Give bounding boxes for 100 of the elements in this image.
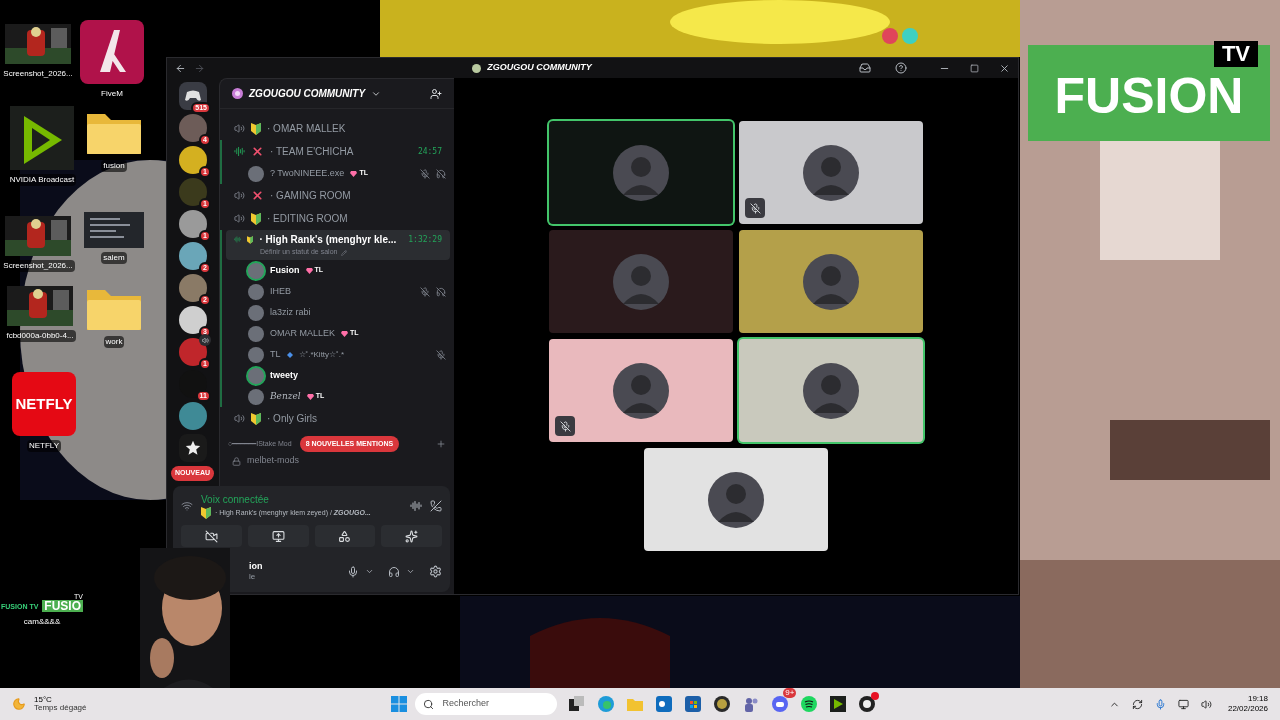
screen-share-icon	[271, 529, 285, 543]
close-icon[interactable]	[999, 62, 1010, 74]
gem-icon	[341, 330, 349, 337]
voice-member[interactable]: TL ☆˚.*Kitty☆˚.*	[222, 344, 454, 365]
recorder-icon[interactable]	[859, 696, 876, 712]
member-name[interactable]: IHEB	[270, 284, 291, 299]
video-tile[interactable]	[739, 339, 923, 442]
disconnect-icon[interactable]	[430, 499, 442, 512]
clock-date[interactable]: 22/02/2026	[1227, 704, 1268, 714]
member-name[interactable]: tweety	[270, 368, 298, 383]
task-view-icon[interactable]	[569, 696, 586, 712]
member-name[interactable]: OMAR MALLEK	[270, 326, 336, 341]
desktop-icon-label[interactable]: Screenshot_2026...	[1, 68, 75, 80]
logo-text: FUSIO	[42, 600, 83, 612]
user-avatar[interactable]	[248, 262, 264, 279]
voice-channel[interactable]: · EDITING ROOM	[226, 207, 450, 230]
store-icon[interactable]	[685, 696, 702, 712]
sync-icon[interactable]	[1131, 698, 1143, 710]
start-icon[interactable]	[391, 696, 408, 712]
user-avatar[interactable]	[248, 304, 264, 321]
deafened-icon	[436, 286, 446, 297]
maximize-icon[interactable]	[970, 63, 979, 73]
settings-icon[interactable]	[429, 565, 442, 579]
pencil-icon	[341, 249, 348, 256]
help-icon[interactable]	[895, 62, 907, 74]
camera-lens-icon[interactable]	[714, 696, 731, 712]
channel-name: · High Rank's (menghyr kle...	[259, 233, 397, 248]
video-tile[interactable]	[549, 230, 733, 333]
temperature[interactable]: 15°C	[34, 696, 87, 704]
add-channel-icon[interactable]	[436, 439, 446, 449]
controller-icon	[185, 90, 201, 102]
member-nickname: ☆˚.*Kitty☆˚.*	[298, 348, 345, 361]
user-avatar[interactable]	[248, 165, 264, 182]
cross-icon	[251, 145, 264, 158]
diamond-icon	[286, 351, 293, 358]
shield-badge-icon	[247, 233, 254, 246]
member-name[interactable]: ? TwoNINEEE.exe	[270, 166, 345, 181]
server-icon	[472, 63, 482, 73]
muted-icon	[420, 168, 430, 179]
noise-suppression-icon[interactable]	[410, 499, 422, 512]
clock-time[interactable]: 19:18	[1247, 694, 1268, 704]
voice-channel[interactable]: · TEAM E'CHICHA 24:57	[226, 140, 450, 163]
channel-name: · GAMING ROOM	[270, 189, 351, 203]
user-avatar[interactable]	[248, 367, 264, 384]
cross-icon	[251, 189, 264, 202]
server-name[interactable]: ZGOUGOU COMMUNITY	[249, 86, 366, 101]
discord-icon[interactable]	[772, 696, 789, 712]
fivem-logo-icon	[80, 20, 144, 84]
user-avatar[interactable]	[248, 346, 264, 363]
video-tile[interactable]	[739, 230, 923, 333]
member-name[interactable]: la3ziz rabi	[270, 305, 311, 320]
call-timer: 1:32:29	[408, 233, 442, 246]
camera-off-icon	[204, 529, 218, 543]
inbox-icon[interactable]	[859, 62, 871, 74]
invite-icon[interactable]	[430, 87, 442, 100]
channel-name: · EDITING ROOM	[267, 212, 348, 226]
voice-channel[interactable]: · Only Girls	[226, 407, 450, 430]
voice-member[interactable]: tweety	[222, 365, 454, 386]
video-tile[interactable]	[549, 339, 733, 442]
camera-button[interactable]	[181, 525, 242, 547]
channel-name: · OMAR MALLEK	[267, 122, 346, 136]
soundboard-button[interactable]	[381, 525, 442, 547]
back-icon[interactable]	[175, 62, 186, 74]
activities-button[interactable]	[314, 525, 376, 547]
channel-name: · TEAM E'CHICHA	[270, 145, 354, 159]
deafened-icon	[436, 168, 446, 179]
microphone-icon[interactable]	[347, 565, 359, 578]
search-field[interactable]: Rechercher	[415, 693, 558, 715]
people-icon[interactable]	[743, 696, 760, 712]
video-tile[interactable]	[644, 448, 828, 551]
voice-member[interactable]: la3ziz rabi	[222, 302, 454, 323]
member-name[interactable]: Benzel	[270, 389, 301, 404]
video-tile[interactable]	[739, 121, 923, 224]
sparkles-icon	[405, 529, 419, 543]
video-tile[interactable]	[549, 121, 733, 224]
notification-badge: 9+	[783, 688, 797, 698]
nvidia-logo-icon[interactable]	[830, 696, 847, 712]
member-name[interactable]: TL	[270, 347, 281, 362]
weather-text[interactable]: Temps dégagé	[34, 704, 87, 712]
shapes-icon	[338, 529, 352, 543]
voice-channel[interactable]: · OMAR MALLEK	[226, 117, 450, 140]
user-avatar[interactable]	[248, 325, 264, 342]
mail-icon[interactable]	[656, 696, 673, 712]
shield-badge-icon	[201, 507, 211, 519]
channel-name[interactable]: melbet-mods	[247, 454, 300, 468]
connection-icon	[181, 499, 193, 512]
screen-share-button[interactable]	[247, 525, 309, 547]
volume-icon[interactable]	[1200, 698, 1212, 710]
voice-channel[interactable]: · GAMING ROOM	[226, 184, 450, 207]
server-icon[interactable]	[179, 434, 207, 462]
member-name[interactable]: Fusion	[270, 263, 300, 278]
headphones-icon[interactable]	[388, 565, 400, 578]
music-icon[interactable]	[801, 696, 818, 712]
speaker-badge	[199, 334, 211, 346]
user-avatar[interactable]	[248, 283, 264, 300]
star-icon	[185, 440, 201, 456]
voice-member[interactable]: IHEB	[222, 281, 454, 302]
muted-icon	[420, 286, 430, 297]
monitor-icon[interactable]	[1177, 698, 1189, 710]
user-avatar[interactable]	[248, 388, 264, 405]
